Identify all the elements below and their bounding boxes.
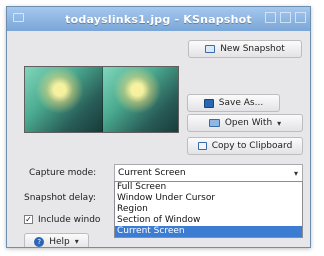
window-title: todayslinks1.jpg - KSnapshot (65, 12, 252, 26)
dropdown-option-region[interactable]: Region (115, 204, 302, 215)
capture-mode-dropdown: Full Screen Window Under Cursor Region S… (114, 181, 303, 238)
chevron-down-icon: ▾ (277, 118, 282, 128)
close-icon[interactable] (295, 12, 306, 23)
save-icon (203, 98, 214, 108)
copy-to-clipboard-label: Copy to Clipboard (211, 141, 293, 151)
clipboard-icon (197, 142, 207, 150)
help-label: Help (49, 236, 70, 247)
capture-mode-select[interactable]: Current Screen ▾ (114, 164, 303, 182)
open-with-icon (208, 119, 220, 127)
open-with-button[interactable]: Open With ▾ (187, 114, 303, 132)
save-as-button[interactable]: Save As... (187, 94, 280, 112)
preview-left-image (25, 67, 102, 132)
dropdown-option-window-under-cursor[interactable]: Window Under Cursor (115, 193, 302, 204)
help-button[interactable]: ? Help ▾ (24, 233, 89, 247)
ksnapshot-window: todayslinks1.jpg - KSnapshot New Snapsho… (6, 6, 311, 248)
new-snapshot-button[interactable]: New Snapshot (188, 40, 302, 58)
dropdown-option-current-screen[interactable]: Current Screen (115, 226, 302, 237)
window-controls (265, 12, 306, 23)
chevron-down-icon: ▾ (74, 237, 79, 246)
snapshot-delay-label: Snapshot delay: (24, 193, 96, 203)
snapshot-preview[interactable] (24, 66, 179, 133)
help-icon: ? (34, 236, 45, 247)
camera-icon (205, 45, 216, 53)
maximize-icon[interactable] (280, 12, 291, 23)
new-snapshot-label: New Snapshot (220, 44, 285, 54)
preview-right-image (101, 67, 178, 132)
include-window-checkbox[interactable]: ✓ (24, 215, 33, 224)
window-menu-icon[interactable] (13, 13, 24, 22)
open-with-label: Open With (224, 118, 273, 128)
chevron-down-icon: ▾ (293, 169, 298, 178)
title-bar: todayslinks1.jpg - KSnapshot (7, 7, 310, 31)
dropdown-option-full-screen[interactable]: Full Screen (115, 182, 302, 193)
include-window-label: Include windo (38, 215, 101, 225)
dropdown-option-section-of-window[interactable]: Section of Window (115, 215, 302, 226)
save-as-label: Save As... (218, 98, 264, 108)
minimize-icon[interactable] (265, 12, 276, 23)
copy-to-clipboard-button[interactable]: Copy to Clipboard (187, 137, 303, 155)
capture-mode-selected-value: Current Screen (118, 168, 186, 178)
capture-mode-label: Capture mode: (29, 168, 97, 178)
